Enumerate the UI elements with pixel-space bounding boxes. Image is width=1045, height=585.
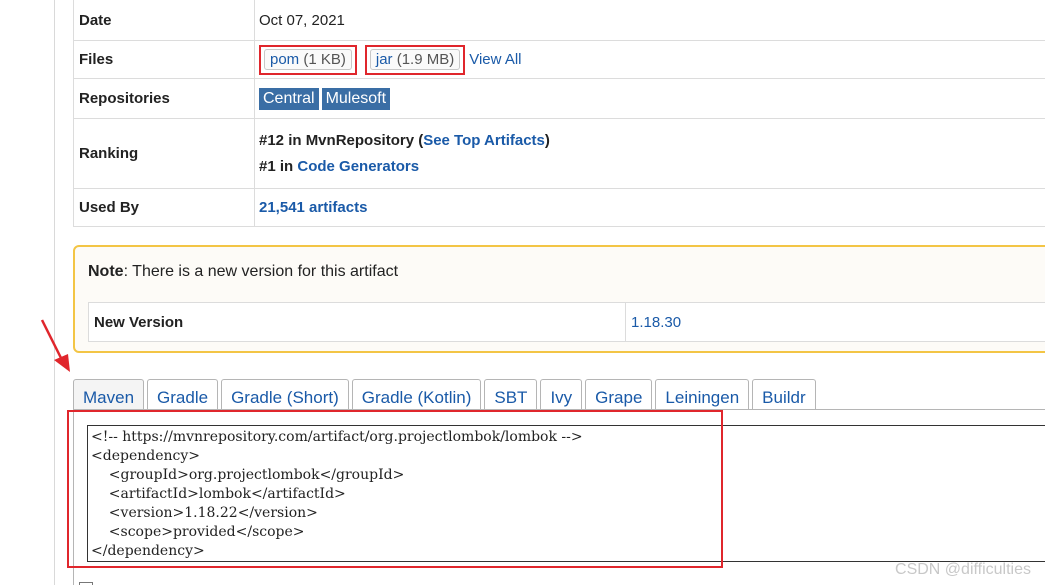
tab-leiningen[interactable]: Leiningen (655, 379, 750, 409)
ranking-line-overall: #12 in MvnRepository (See Top Artifacts) (259, 132, 550, 149)
ranking-label: Ranking (74, 119, 255, 188)
code-generators-link[interactable]: Code Generators (297, 158, 419, 175)
repositories-value: Central Mulesoft (255, 79, 1045, 118)
repo-tag-central[interactable]: Central (259, 87, 319, 110)
build-tool-tabs: Maven Gradle Gradle (Short) Gradle (Kotl… (73, 379, 819, 410)
tab-maven[interactable]: Maven (73, 379, 145, 409)
view-all-link[interactable]: View All (469, 51, 521, 68)
note-message: : There is a new version for this artifa… (123, 263, 399, 280)
pom-highlight: pom (1 KB) (259, 44, 357, 75)
ranking-overall-text: #12 in MvnRepository ( (259, 132, 424, 149)
tab-grape[interactable]: Grape (585, 379, 653, 409)
date-value: Oct 07, 2021 (259, 11, 345, 29)
jar-download-button[interactable]: jar (1.9 MB) (369, 49, 461, 70)
ranking-category-text: #1 in (259, 158, 298, 175)
tab-gradle-short[interactable]: Gradle (Short) (221, 379, 349, 409)
files-row: Files pom (1 KB) jar (1.9 MB) View All (74, 41, 1045, 79)
watermark: CSDN @difficulties (895, 561, 1031, 578)
new-version-note: Note: There is a new version for this ar… (73, 245, 1045, 353)
new-version-label: New Version (89, 303, 626, 341)
pom-download-button[interactable]: pom (1 KB) (264, 49, 352, 70)
used-by-value: 21,541 artifacts (255, 189, 1045, 226)
annotation-arrow-icon (40, 319, 70, 372)
ranking-value: #12 in MvnRepository (See Top Artifacts)… (255, 119, 1045, 188)
files-label: Files (74, 41, 255, 78)
pom-link[interactable]: pom (270, 51, 299, 68)
date-label: Date (74, 0, 255, 40)
tab-gradle[interactable]: Gradle (147, 379, 219, 409)
repositories-label: Repositories (74, 79, 255, 118)
pom-size: (1 KB) (303, 51, 346, 68)
repo-tag-mulesoft[interactable]: Mulesoft (321, 87, 391, 110)
tab-gradle-kotlin[interactable]: Gradle (Kotlin) (351, 379, 482, 409)
jar-size: (1.9 MB) (396, 51, 455, 68)
new-version-link[interactable]: 1.18.30 (626, 303, 1045, 341)
code-highlight (67, 410, 723, 568)
new-version-table: New Version 1.18.30 (88, 302, 1045, 342)
jar-highlight: jar (1.9 MB) (364, 44, 466, 75)
page: Date Oct 07, 2021 Files pom (1 KB) jar (… (0, 0, 1045, 585)
tab-ivy[interactable]: Ivy (540, 379, 583, 409)
ranking-row: Ranking #12 in MvnRepository (See Top Ar… (74, 119, 1045, 189)
files-value: pom (1 KB) jar (1.9 MB) View All (255, 41, 1045, 78)
used-by-row: Used By 21,541 artifacts (74, 189, 1045, 227)
ranking-line-category: #1 in Code Generators (259, 158, 550, 175)
ranking-overall-suffix: ) (544, 132, 550, 149)
artifact-details-table: Date Oct 07, 2021 Files pom (1 KB) jar (… (73, 0, 1045, 227)
date-row: Date Oct 07, 2021 (74, 0, 1045, 41)
tab-buildr[interactable]: Buildr (752, 379, 816, 409)
tab-sbt[interactable]: SBT (484, 379, 538, 409)
used-by-label: Used By (74, 189, 255, 226)
note-text: Note: There is a new version for this ar… (88, 263, 398, 281)
see-top-artifacts-link[interactable]: See Top Artifacts (423, 132, 545, 149)
left-divider (54, 0, 55, 585)
used-by-link[interactable]: 21,541 artifacts (259, 199, 367, 216)
repositories-row: Repositories Central Mulesoft (74, 79, 1045, 119)
jar-link[interactable]: jar (376, 51, 393, 68)
note-bold: Note (88, 263, 124, 280)
